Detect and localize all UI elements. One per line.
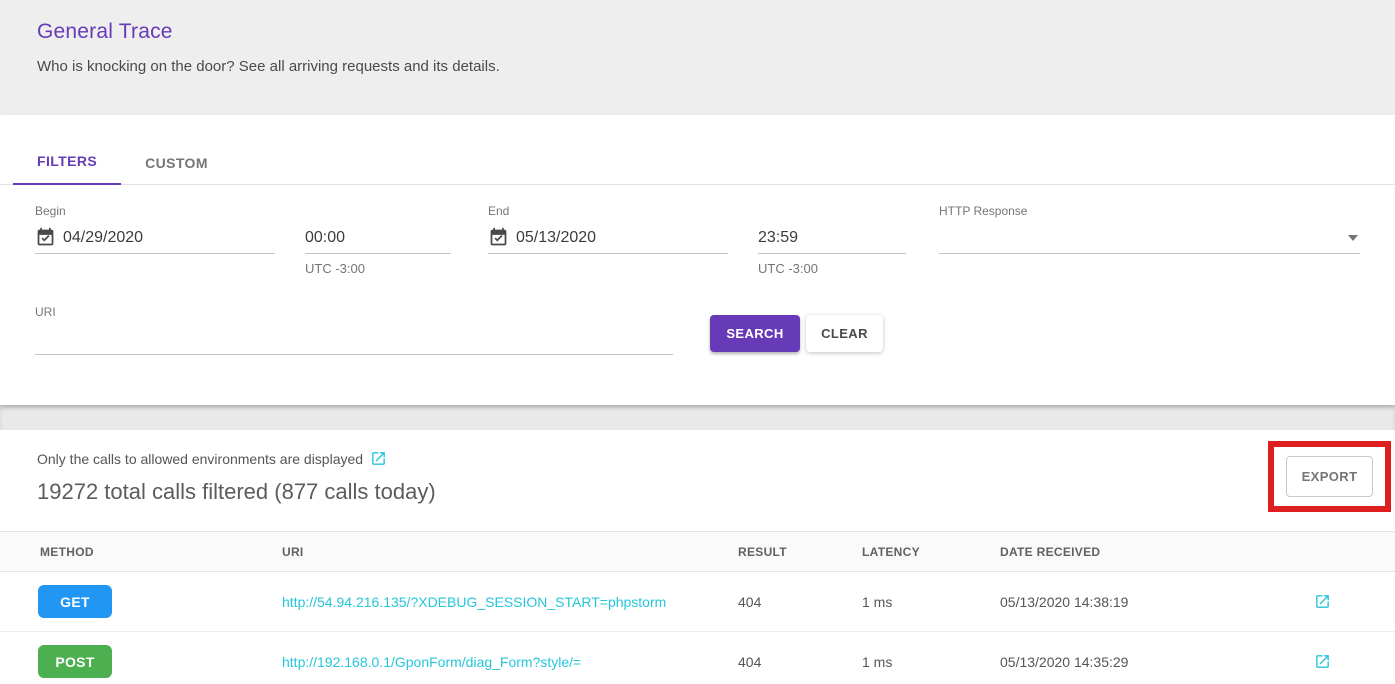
begin-timezone-hint: UTC -3:00 (305, 261, 451, 276)
latency-cell: 1 ms (862, 654, 1000, 670)
result-cell: 404 (738, 594, 862, 610)
table-header-row: METHOD URI RESULT LATENCY DATE RECEIVED (0, 531, 1395, 572)
annotation-highlight-box: EXPORT (1268, 441, 1391, 512)
tab-filters-label: FILTERS (37, 153, 97, 169)
table-body: GET http://54.94.216.135/?XDEBUG_SESSION… (0, 572, 1395, 684)
chevron-down-icon (1348, 235, 1358, 241)
general-trace-page: General Trace Who is knocking on the doo… (0, 0, 1395, 684)
end-date-input[interactable] (516, 229, 728, 247)
column-header-method: METHOD (40, 545, 282, 559)
filter-card: FILTERS CUSTOM Begin (0, 115, 1395, 405)
column-header-latency: LATENCY (862, 545, 1000, 559)
uri-field: URI (35, 305, 673, 355)
export-button[interactable]: EXPORT (1286, 456, 1373, 497)
column-header-date-received: DATE RECEIVED (1000, 545, 1290, 559)
open-in-new-icon[interactable] (370, 450, 387, 467)
column-header-uri: URI (282, 545, 738, 559)
calls-table: METHOD URI RESULT LATENCY DATE RECEIVED … (0, 531, 1395, 684)
uri-link[interactable]: http://54.94.216.135/?XDEBUG_SESSION_STA… (282, 594, 666, 610)
begin-label: Begin (35, 204, 275, 218)
results-card: Only the calls to allowed environments a… (0, 430, 1395, 684)
column-header-result: RESULT (738, 545, 862, 559)
date-received-cell: 05/13/2020 14:38:19 (1000, 594, 1290, 610)
uri-label: URI (35, 305, 673, 319)
table-row: POST http://192.168.0.1/GponForm/diag_Fo… (0, 632, 1395, 684)
tab-custom-label: CUSTOM (145, 155, 208, 171)
uri-link[interactable]: http://192.168.0.1/GponForm/diag_Form?st… (282, 654, 581, 670)
section-divider (0, 405, 1395, 430)
table-row: GET http://54.94.216.135/?XDEBUG_SESSION… (0, 572, 1395, 632)
allowed-environments-note: Only the calls to allowed environments a… (37, 451, 363, 467)
tab-custom[interactable]: CUSTOM (121, 155, 232, 185)
begin-time-field: . UTC -3:00 (305, 204, 451, 276)
date-received-cell: 05/13/2020 14:35:29 (1000, 654, 1290, 670)
end-label: End (488, 204, 728, 218)
search-button[interactable]: SEARCH (710, 315, 800, 352)
tab-filters[interactable]: FILTERS (13, 153, 121, 185)
calendar-icon[interactable] (488, 227, 510, 249)
begin-time-input[interactable] (305, 229, 451, 247)
http-response-label: HTTP Response (939, 204, 1360, 218)
clear-button[interactable]: CLEAR (806, 315, 883, 352)
result-cell: 404 (738, 654, 862, 670)
calls-summary: 19272 total calls filtered (877 calls to… (37, 479, 1358, 505)
page-header: General Trace Who is knocking on the doo… (0, 0, 1395, 115)
tab-bar: FILTERS CUSTOM (0, 115, 1395, 185)
method-badge[interactable]: POST (38, 645, 112, 678)
open-in-new-icon[interactable] (1314, 593, 1331, 610)
end-time-input[interactable] (758, 229, 906, 247)
page-subtitle: Who is knocking on the door? See all arr… (37, 58, 1358, 75)
http-response-value[interactable] (939, 229, 1360, 247)
end-timezone-hint: UTC -3:00 (758, 261, 906, 276)
http-response-field: HTTP Response (939, 204, 1360, 254)
begin-date-field: Begin (35, 204, 275, 254)
begin-date-input[interactable] (63, 229, 275, 247)
filter-form: Begin . (0, 185, 1395, 355)
end-time-field: . UTC -3:00 (758, 204, 906, 276)
page-title: General Trace (37, 20, 1358, 44)
end-date-field: End (488, 204, 728, 254)
method-badge[interactable]: GET (38, 585, 112, 618)
http-response-select[interactable] (939, 222, 1360, 254)
calendar-icon[interactable] (35, 227, 57, 249)
open-in-new-icon[interactable] (1314, 653, 1331, 670)
uri-input[interactable] (35, 330, 673, 348)
latency-cell: 1 ms (862, 594, 1000, 610)
